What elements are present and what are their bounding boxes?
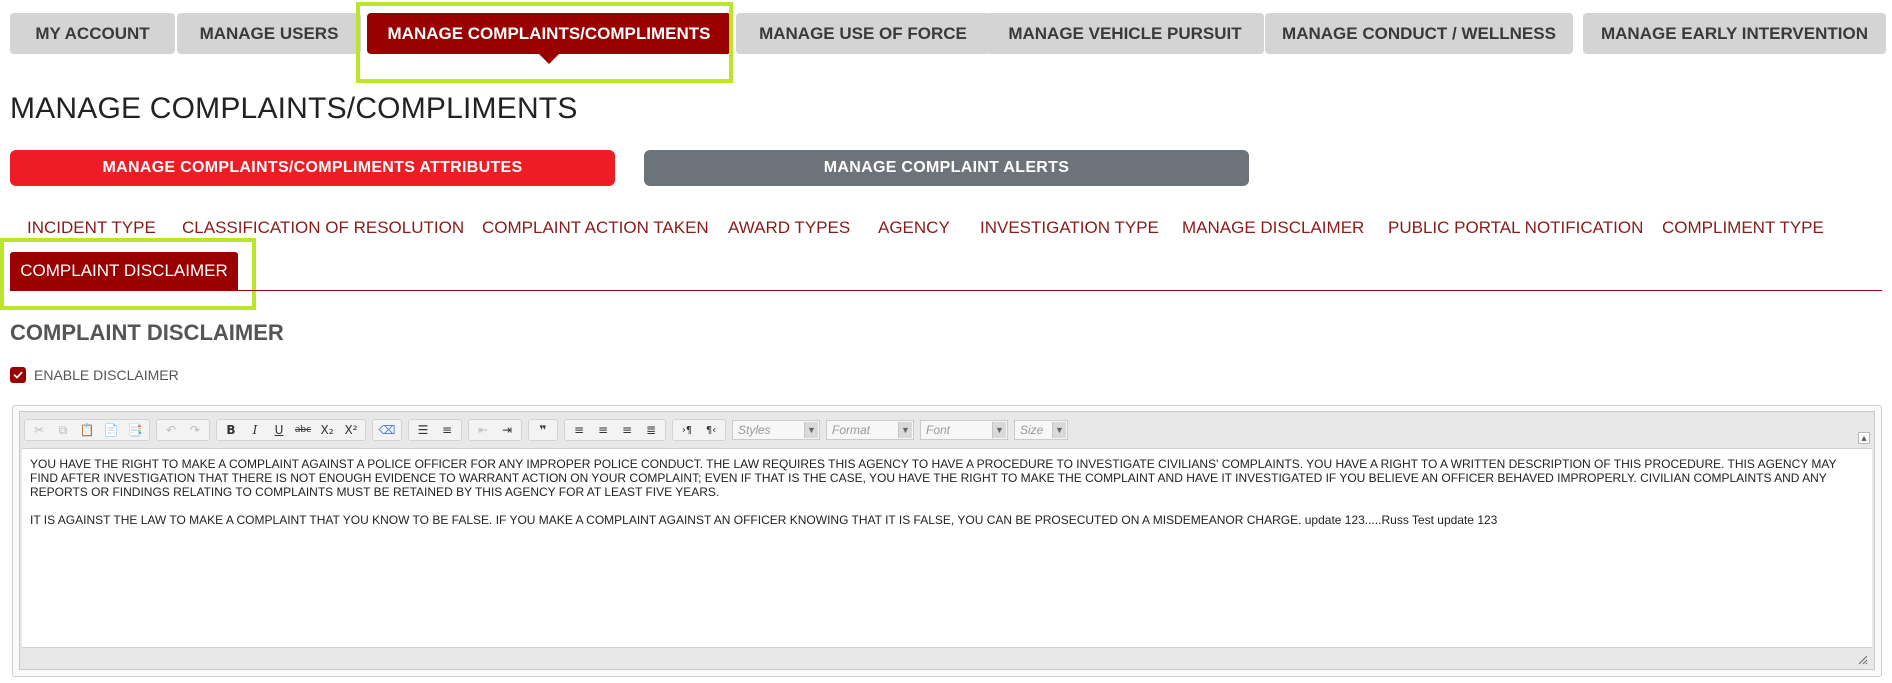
subtab-divider	[10, 290, 1882, 291]
blockquote-group: ❞	[528, 419, 558, 441]
subtab-compliment-type[interactable]: COMPLIMENT TYPE	[1662, 218, 1824, 242]
tab-my-account[interactable]: MY ACCOUNT	[10, 13, 175, 54]
tab-manage-users[interactable]: MANAGE USERS	[177, 13, 361, 54]
list-group: ☰ ≡	[408, 419, 462, 441]
indent-group: ⇤ ⇥	[468, 419, 522, 441]
font-dropdown[interactable]: Font ▼	[920, 420, 1008, 440]
undo-icon[interactable]: ↶	[160, 420, 182, 440]
numbered-list-icon[interactable]: ☰	[412, 420, 434, 440]
styles-dropdown[interactable]: Styles ▼	[732, 420, 820, 440]
subtab-public-portal-notification[interactable]: PUBLIC PORTAL NOTIFICATION	[1388, 218, 1643, 242]
bulleted-list-icon[interactable]: ≡	[436, 420, 458, 440]
superscript-icon[interactable]: X²	[340, 420, 362, 440]
indent-icon[interactable]: ⇥	[496, 420, 518, 440]
enable-disclaimer-label: ENABLE DISCLAIMER	[34, 367, 179, 383]
editor-toolbar: ✂ ⧉ 📋 📄 📑 ↶ ↷ B I U abc X₂ X² ⌫ ☰ ≡ ⇤ ⇥ …	[24, 418, 1870, 442]
align-center-icon[interactable]: ≡	[592, 420, 614, 440]
strikethrough-icon[interactable]: abc	[292, 420, 314, 440]
font-dropdown-label: Font	[926, 423, 951, 437]
editor-frame: ✂ ⧉ 📋 📄 📑 ↶ ↷ B I U abc X₂ X² ⌫ ☰ ≡ ⇤ ⇥ …	[19, 411, 1875, 670]
underline-icon[interactable]: U	[268, 420, 290, 440]
collapse-toolbar-icon[interactable]: ▴	[1858, 432, 1870, 444]
chevron-down-icon: ▼	[804, 422, 818, 438]
size-dropdown[interactable]: Size ▼	[1014, 420, 1068, 440]
subtab-complaint-disclaimer[interactable]: COMPLAINT DISCLAIMER	[10, 252, 238, 290]
basic-styles-group: B I U abc X₂ X²	[216, 419, 366, 441]
subtab-manage-disclaimer[interactable]: MANAGE DISCLAIMER	[1182, 218, 1364, 242]
align-right-icon[interactable]: ≡	[616, 420, 638, 440]
editor-content-area[interactable]: YOU HAVE THE RIGHT TO MAKE A COMPLAINT A…	[22, 448, 1872, 648]
size-dropdown-label: Size	[1020, 423, 1044, 437]
enable-disclaimer-checkbox[interactable]	[10, 367, 26, 383]
eraser-icon[interactable]: ⌫	[376, 420, 398, 440]
subtab-agency[interactable]: AGENCY	[878, 218, 950, 242]
enable-disclaimer-row: ENABLE DISCLAIMER	[10, 367, 179, 383]
blockquote-icon[interactable]: ❞	[532, 420, 554, 440]
subscript-icon[interactable]: X₂	[316, 420, 338, 440]
paste-word-icon[interactable]: 📑	[124, 420, 146, 440]
paste-icon[interactable]: 📋	[76, 420, 98, 440]
format-dropdown[interactable]: Format ▼	[826, 420, 914, 440]
history-group: ↶ ↷	[156, 419, 210, 441]
copy-icon[interactable]: ⧉	[52, 420, 74, 440]
align-left-icon[interactable]: ≡	[568, 420, 590, 440]
align-justify-icon[interactable]: ≣	[640, 420, 662, 440]
resize-handle-icon[interactable]	[1856, 653, 1870, 667]
redo-icon[interactable]: ↷	[184, 420, 206, 440]
remove-format-group: ⌫	[372, 419, 402, 441]
disclaimer-paragraph-2: IT IS AGAINST THE LAW TO MAKE A COMPLAIN…	[30, 513, 1498, 527]
manage-attributes-button[interactable]: MANAGE COMPLAINTS/COMPLIMENTS ATTRIBUTES	[10, 150, 615, 186]
subtab-complaint-action-taken[interactable]: COMPLAINT ACTION TAKEN	[482, 218, 709, 242]
tab-manage-use-of-force[interactable]: MANAGE USE OF FORCE	[736, 13, 990, 54]
chevron-down-icon: ▼	[992, 422, 1006, 438]
clipboard-group: ✂ ⧉ 📋 📄 📑	[24, 419, 150, 441]
subtab-investigation-type[interactable]: INVESTIGATION TYPE	[980, 218, 1159, 242]
disclaimer-paragraph-1: YOU HAVE THE RIGHT TO MAKE A COMPLAINT A…	[30, 457, 1837, 499]
paste-text-icon[interactable]: 📄	[100, 420, 122, 440]
tab-manage-vehicle-pursuit[interactable]: MANAGE VEHICLE PURSUIT	[986, 13, 1264, 54]
tab-manage-conduct-wellness[interactable]: MANAGE CONDUCT / WELLNESS	[1265, 13, 1573, 54]
section-title: COMPLAINT DISCLAIMER	[10, 320, 284, 345]
chevron-down-icon: ▼	[1052, 422, 1066, 438]
styles-dropdown-label: Styles	[738, 423, 771, 437]
tab-manage-complaints-compliments[interactable]: MANAGE COMPLAINTS/COMPLIMENTS	[367, 13, 731, 64]
checkmark-icon	[13, 371, 23, 379]
page-title: MANAGE COMPLAINTS/COMPLIMENTS	[10, 92, 578, 125]
manage-complaint-alerts-button[interactable]: MANAGE COMPLAINT ALERTS	[644, 150, 1249, 186]
resize-grip-icon	[1858, 655, 1868, 665]
italic-icon[interactable]: I	[244, 420, 266, 440]
rtl-icon[interactable]: ¶‹	[700, 420, 722, 440]
ltr-icon[interactable]: ›¶	[676, 420, 698, 440]
outdent-icon[interactable]: ⇤	[472, 420, 494, 440]
tab-manage-early-intervention[interactable]: MANAGE EARLY INTERVENTION	[1583, 13, 1886, 54]
subtab-incident-type[interactable]: INCIDENT TYPE	[27, 218, 156, 242]
bold-icon[interactable]: B	[220, 420, 242, 440]
format-dropdown-label: Format	[832, 423, 871, 437]
subtab-award-types[interactable]: AWARD TYPES	[728, 218, 850, 242]
direction-group: ›¶ ¶‹	[672, 419, 726, 441]
align-group: ≡ ≡ ≡ ≣	[564, 419, 666, 441]
disclaimer-editor: ✂ ⧉ 📋 📄 📑 ↶ ↷ B I U abc X₂ X² ⌫ ☰ ≡ ⇤ ⇥ …	[12, 405, 1882, 677]
cut-icon[interactable]: ✂	[28, 420, 50, 440]
chevron-down-icon: ▼	[898, 422, 912, 438]
subtab-classification-of-resolution[interactable]: CLASSIFICATION OF RESOLUTION	[182, 218, 464, 242]
